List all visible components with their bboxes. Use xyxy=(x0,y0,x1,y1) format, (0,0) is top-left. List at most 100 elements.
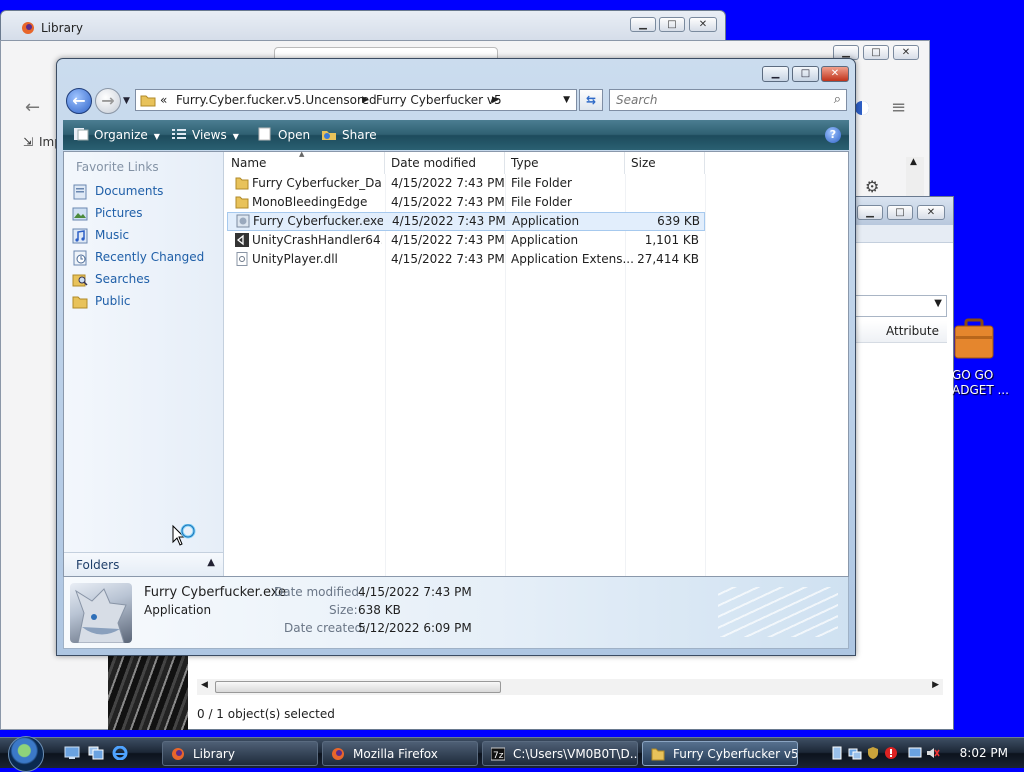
nav-link-searches[interactable]: Searches xyxy=(72,270,218,290)
search-input[interactable] xyxy=(614,91,824,109)
column-header-size[interactable]: Size xyxy=(625,152,705,174)
views-label: Views xyxy=(192,128,227,142)
tray-alert-icon[interactable] xyxy=(884,746,898,760)
taskbar-button-firefox[interactable]: Mozilla Firefox xyxy=(322,741,478,766)
share-button[interactable]: Share xyxy=(321,127,377,142)
file-row-selected[interactable]: Furry Cyberfucker.exe 4/15/2022 7:43 PM … xyxy=(227,212,705,231)
7zip-minimize-button[interactable]: ▁ xyxy=(857,205,883,220)
minimize-button[interactable]: ▁ xyxy=(762,66,789,82)
explorer-window[interactable]: ▁ □ ✕ ← → ▼ « Furry.Cyber.fucker.v5.Unce… xyxy=(56,58,856,656)
volume-muted-icon[interactable] xyxy=(926,746,940,760)
column-header-date-modified[interactable]: Date modified xyxy=(385,152,505,174)
tray-device-icon[interactable] xyxy=(830,746,844,760)
search-box[interactable]: ⌕ xyxy=(609,89,847,111)
firefox-close-button[interactable]: ✕ xyxy=(893,45,919,60)
taskbar-button-7zip[interactable]: 7z C:\Users\VM0B0T\D... xyxy=(482,741,638,766)
scroll-right-icon[interactable]: ▶ xyxy=(932,680,939,690)
forward-button[interactable]: → xyxy=(95,88,121,114)
7zip-close-button[interactable]: ✕ xyxy=(917,205,945,220)
scroll-thumb[interactable] xyxy=(215,681,501,693)
file-name: Furry Cyberfucker.exe xyxy=(253,214,383,228)
nav-link-documents[interactable]: Documents xyxy=(72,182,218,202)
folders-toggle[interactable]: Folders ▲ xyxy=(64,552,223,576)
help-icon[interactable]: ? xyxy=(825,127,841,143)
library-close-button[interactable]: ✕ xyxy=(689,17,717,32)
file-date-modified: 4/15/2022 7:43 PM xyxy=(391,233,505,247)
breadcrumb-segment-parent[interactable]: Furry.Cyber.fucker.v5.Uncensored xyxy=(176,93,377,107)
search-icon[interactable]: ⌕ xyxy=(834,92,841,107)
menu-icon[interactable]: ≡ xyxy=(891,97,906,118)
clock[interactable]: 8:02 PM xyxy=(960,746,1008,760)
briefcase-icon[interactable] xyxy=(952,318,996,362)
breadcrumb-separator-icon[interactable]: ▶ xyxy=(362,95,369,105)
internet-explorer-icon[interactable] xyxy=(112,746,128,760)
start-button[interactable] xyxy=(8,736,44,772)
column-header-type[interactable]: Type xyxy=(505,152,625,174)
switch-windows-icon[interactable] xyxy=(88,746,104,760)
nav-link-pictures[interactable]: Pictures xyxy=(72,204,218,224)
system-tray: 8:02 PM xyxy=(816,738,1024,769)
maximize-button[interactable]: □ xyxy=(792,66,819,82)
folder-icon xyxy=(140,95,156,107)
svg-text:7z: 7z xyxy=(493,751,504,761)
address-history-chevron-down-icon[interactable]: ▼ xyxy=(563,95,570,105)
gear-icon[interactable]: ⚙ xyxy=(865,177,879,196)
library-minimize-button[interactable]: ▁ xyxy=(630,17,656,32)
taskbar-button-label: Mozilla Firefox xyxy=(353,747,438,761)
nav-link-public[interactable]: Public xyxy=(72,292,218,312)
exe-icon xyxy=(236,214,250,228)
refresh-button[interactable]: ⇆ xyxy=(579,89,603,111)
recent-pages-dropdown-icon[interactable]: ▼ xyxy=(123,96,130,106)
scroll-left-icon[interactable]: ◀ xyxy=(201,680,208,690)
library-maximize-button[interactable]: □ xyxy=(659,17,685,32)
gadget-desktop-label[interactable]: GO GO ADGET ... xyxy=(952,368,1012,398)
file-date-modified: 4/15/2022 7:43 PM xyxy=(391,252,505,266)
address-bar[interactable]: « Furry.Cyber.fucker.v5.Uncensored ▶ Fur… xyxy=(135,89,577,111)
show-desktop-icon[interactable] xyxy=(64,746,80,760)
nav-link-music[interactable]: Music xyxy=(72,226,218,246)
file-type: File Folder xyxy=(511,195,572,209)
back-button[interactable]: ← xyxy=(66,88,92,114)
taskbar-button-explorer[interactable]: Furry Cyberfucker v5 xyxy=(642,741,798,766)
nav-link-recently-changed[interactable]: Recently Changed xyxy=(72,248,218,268)
details-file-name: Furry Cyberfucker.exe xyxy=(144,585,287,600)
file-name: UnityCrashHandler64.e... xyxy=(252,233,382,247)
file-date-modified: 4/15/2022 7:43 PM xyxy=(391,176,505,190)
views-button[interactable]: Views ▼ xyxy=(171,127,239,142)
attribute-column-header[interactable]: Attribute xyxy=(886,324,939,338)
open-label: Open xyxy=(278,128,311,142)
7zip-status-text: 0 / 1 object(s) selected xyxy=(197,707,335,721)
close-button[interactable]: ✕ xyxy=(821,66,849,82)
column-header-name[interactable]: Name ▲ xyxy=(225,150,385,174)
breadcrumb-overflow[interactable]: « xyxy=(160,93,167,107)
busy-cursor-icon xyxy=(172,524,196,546)
7zip-icon: 7z xyxy=(491,747,505,761)
7zip-horizontal-scrollbar[interactable]: ◀ ▶ xyxy=(197,679,943,695)
chevron-up-icon: ▲ xyxy=(207,557,215,568)
back-arrow-icon[interactable]: ← xyxy=(25,97,40,118)
column-header-label: Name xyxy=(231,156,267,170)
breadcrumb-separator-icon[interactable]: ▶ xyxy=(492,95,499,105)
dll-icon xyxy=(236,252,248,266)
7zip-maximize-button[interactable]: □ xyxy=(887,205,913,220)
nav-link-label: Public xyxy=(95,294,131,308)
organize-button[interactable]: Organize ▼ xyxy=(73,127,160,142)
taskbar-button-library[interactable]: Library xyxy=(162,741,318,766)
navigation-pane: Favorite Links Documents Pictures Music … xyxy=(64,152,224,576)
file-row[interactable]: UnityPlayer.dll 4/15/2022 7:43 PM Applic… xyxy=(225,250,703,269)
firefox-scrollbar[interactable]: ▲ xyxy=(906,157,924,197)
column-header-label: Type xyxy=(511,156,539,170)
tray-connection-icon[interactable] xyxy=(908,746,922,760)
chevron-down-icon: ▼ xyxy=(232,132,239,141)
tray-network-icon[interactable] xyxy=(848,746,862,760)
file-type: Application Extens... xyxy=(511,252,634,266)
column-divider xyxy=(705,174,706,576)
tray-security-icon[interactable] xyxy=(866,746,880,760)
file-row[interactable]: MonoBleedingEdge 4/15/2022 7:43 PM File … xyxy=(225,193,703,212)
nav-link-label: Pictures xyxy=(95,206,143,220)
open-button[interactable]: Open xyxy=(257,127,310,142)
file-row[interactable]: Furry Cyberfucker_Data 4/15/2022 7:43 PM… xyxy=(225,174,703,193)
breadcrumb-segment-current[interactable]: Furry Cyberfucker v5 xyxy=(376,93,502,107)
firefox-maximize-button[interactable]: □ xyxy=(863,45,889,60)
file-row[interactable]: UnityCrashHandler64.e... 4/15/2022 7:43 … xyxy=(225,231,703,250)
